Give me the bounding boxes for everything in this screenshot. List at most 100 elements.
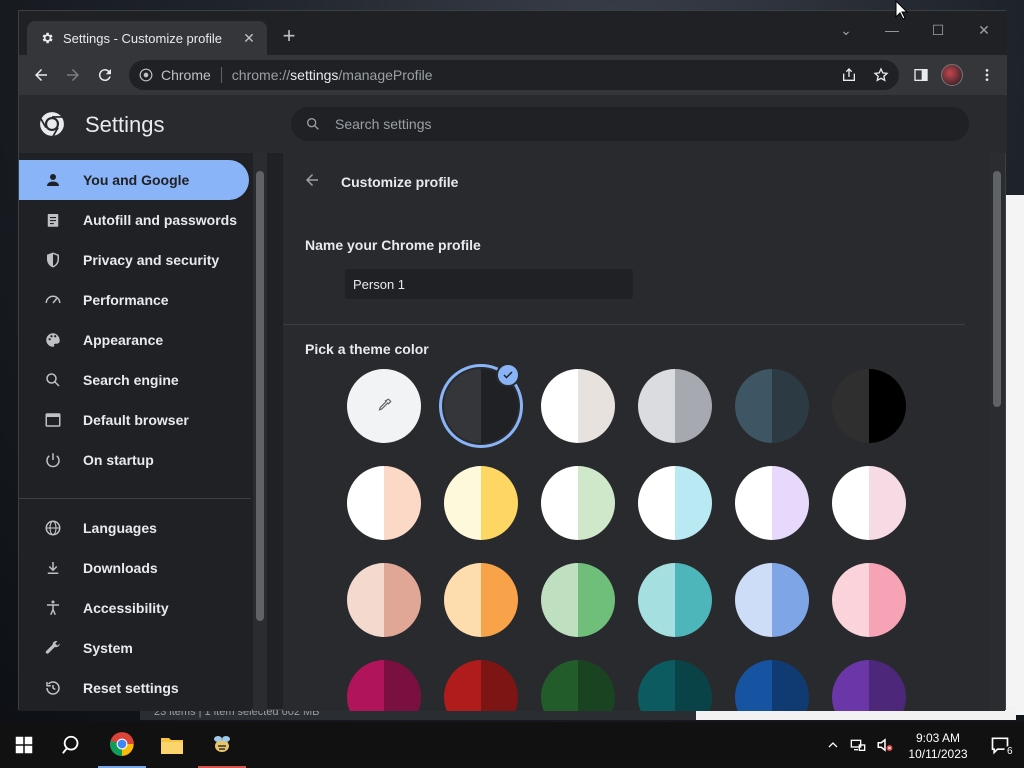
section-divider	[283, 324, 965, 325]
search-settings-input[interactable]: Search settings	[291, 107, 969, 141]
volume-muted-icon[interactable]	[872, 722, 898, 768]
sidebar-divider	[19, 498, 251, 499]
reload-icon[interactable]	[93, 63, 117, 87]
sidebar-item-appearance[interactable]: Appearance	[19, 320, 249, 360]
site-label: Chrome	[161, 67, 211, 83]
swatch-left-half	[832, 466, 869, 540]
profile-name-field[interactable]	[345, 269, 633, 299]
theme-color-swatch[interactable]	[832, 563, 906, 637]
theme-color-swatch[interactable]	[735, 563, 809, 637]
share-icon[interactable]	[837, 63, 861, 87]
forward-icon[interactable]	[61, 63, 85, 87]
side-panel-icon[interactable]	[909, 63, 933, 87]
sidebar-item-reset[interactable]: Reset settings	[19, 668, 249, 708]
maximize-button[interactable]: ☐	[915, 17, 961, 43]
sidebar-item-languages[interactable]: Languages	[19, 508, 249, 548]
back-icon[interactable]	[29, 63, 53, 87]
network-icon[interactable]	[846, 722, 870, 768]
tab-settings[interactable]: Settings - Customize profile ✕	[27, 21, 267, 55]
globe-icon	[43, 518, 63, 538]
sidebar-item-privacy[interactable]: Privacy and security	[19, 240, 249, 280]
sidebar-item-label: Downloads	[83, 560, 158, 576]
theme-color-swatch[interactable]	[444, 660, 518, 711]
tab-search-icon[interactable]: ⌄	[823, 17, 869, 43]
theme-color-swatch[interactable]	[347, 369, 421, 443]
address-bar[interactable]: Chrome chrome://settings/manageProfile	[129, 60, 899, 90]
sidebar-scrollbar-thumb[interactable]	[256, 171, 264, 621]
sidebar-item-on-startup[interactable]: On startup	[19, 440, 249, 480]
taskbar-search-icon[interactable]	[48, 722, 96, 768]
swatch-right-half	[481, 660, 518, 711]
swatch-left-half	[832, 563, 869, 637]
sidebar-item-you-and-google[interactable]: You and Google	[19, 160, 249, 200]
notification-center-icon[interactable]: 6	[976, 722, 1024, 768]
palette-icon	[43, 330, 63, 350]
minimize-button[interactable]: —	[869, 17, 915, 43]
theme-color-swatch[interactable]	[832, 369, 906, 443]
close-window-button[interactable]: ✕	[961, 17, 1007, 43]
windows-start-button[interactable]	[0, 722, 48, 768]
theme-color-swatch[interactable]	[832, 466, 906, 540]
swatch-right-half	[481, 466, 518, 540]
sidebar-item-default-browser[interactable]: Default browser	[19, 400, 249, 440]
theme-color-swatch[interactable]	[735, 369, 809, 443]
more-menu-icon[interactable]	[975, 63, 999, 87]
chrome-window: Settings - Customize profile ✕ + ⌄ — ☐ ✕…	[18, 10, 1007, 711]
theme-color-swatch[interactable]	[638, 563, 712, 637]
profile-avatar[interactable]	[941, 64, 963, 86]
theme-color-swatch[interactable]	[541, 369, 615, 443]
theme-color-swatch[interactable]	[444, 466, 518, 540]
swatch-right-half	[384, 563, 421, 637]
theme-color-swatch[interactable]	[541, 563, 615, 637]
swatch-right-half	[675, 563, 712, 637]
taskbar-chrome-icon[interactable]	[98, 722, 146, 768]
theme-color-swatch[interactable]	[444, 563, 518, 637]
url-path: /manageProfile	[338, 67, 433, 83]
swatch-left-half	[347, 466, 384, 540]
url-scheme: chrome://	[231, 67, 291, 83]
content-scrollbar-thumb[interactable]	[993, 171, 1001, 407]
sidebar-item-performance[interactable]: Performance	[19, 280, 249, 320]
theme-color-swatch[interactable]	[638, 466, 712, 540]
sidebar-item-label: On startup	[83, 452, 154, 468]
sidebar-item-system[interactable]: System	[19, 628, 249, 668]
close-tab-icon[interactable]: ✕	[241, 30, 257, 46]
swatch-left-half	[541, 369, 578, 443]
theme-color-swatch[interactable]	[347, 660, 421, 711]
new-tab-button[interactable]: +	[277, 25, 301, 49]
theme-color-swatch[interactable]	[347, 466, 421, 540]
sidebar-item-label: Autofill and passwords	[83, 212, 238, 228]
download-icon	[43, 558, 63, 578]
swatch-left-half	[638, 466, 675, 540]
show-hidden-icons-chevron-icon[interactable]	[822, 722, 844, 768]
sidebar-item-autofill[interactable]: Autofill and passwords	[19, 200, 249, 240]
sidebar-item-label: Appearance	[83, 332, 164, 348]
site-info[interactable]: Chrome	[129, 67, 222, 83]
bookmark-star-icon[interactable]	[869, 63, 893, 87]
accessibility-icon	[43, 598, 63, 618]
gauge-icon	[43, 290, 63, 310]
swatch-left-half	[638, 563, 675, 637]
clipboard-icon	[43, 210, 63, 230]
sidebar-item-accessibility[interactable]: Accessibility	[19, 588, 249, 628]
search-icon	[43, 370, 63, 390]
sidebar-item-search-engine[interactable]: Search engine	[19, 360, 249, 400]
taskbar-file-explorer-icon[interactable]	[148, 722, 196, 768]
theme-color-swatch[interactable]	[638, 660, 712, 711]
sidebar-item-downloads[interactable]: Downloads	[19, 548, 249, 588]
theme-color-swatch[interactable]	[638, 369, 712, 443]
theme-color-swatch[interactable]	[735, 660, 809, 711]
selected-check-icon	[496, 363, 520, 387]
theme-color-swatch[interactable]	[735, 466, 809, 540]
clock[interactable]: 9:03 AM 10/11/2023	[902, 730, 974, 762]
theme-color-swatch[interactable]	[832, 660, 906, 711]
back-arrow-icon[interactable]	[303, 171, 323, 191]
swatch-left-half	[735, 563, 772, 637]
theme-color-swatch[interactable]	[541, 466, 615, 540]
chrome-icon	[139, 68, 153, 82]
taskbar-app-icon[interactable]	[198, 722, 246, 768]
theme-color-swatch[interactable]	[347, 563, 421, 637]
theme-color-swatch[interactable]	[541, 660, 615, 711]
swatch-left-half	[832, 369, 869, 443]
swatch-right-half	[578, 660, 615, 711]
